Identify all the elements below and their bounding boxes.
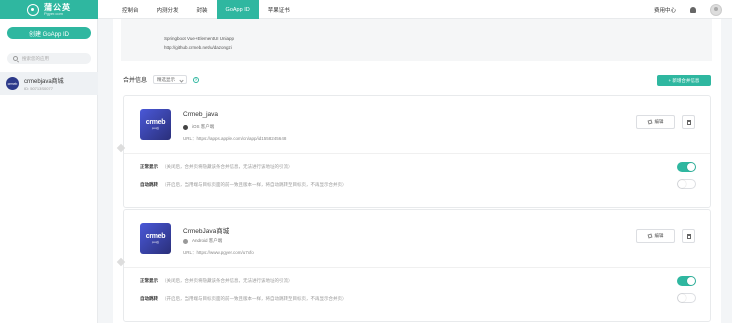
auto-jump-toggle[interactable] — [677, 179, 696, 189]
bell-icon[interactable] — [690, 6, 696, 13]
edit-icon — [647, 233, 652, 239]
platform-text: iOS 客户端 — [192, 124, 215, 129]
toggle-knob — [687, 277, 695, 285]
card-url[interactable]: URL：https://apps.apple.com/cn/app/id1558… — [183, 136, 286, 142]
app-name: crmebjava商城 — [24, 79, 64, 85]
app-search-input[interactable]: 搜索您的应用 — [7, 53, 91, 64]
app-id: ID: 50713S0077 — [24, 86, 53, 91]
page-scrollbar[interactable] — [723, 19, 732, 323]
delete-button[interactable] — [682, 115, 695, 129]
row-key: 正常显示 — [140, 164, 158, 169]
normal-display-toggle[interactable] — [677, 276, 696, 286]
create-goapp-button[interactable]: 创建 GoApp ID — [7, 27, 91, 39]
nav-beta-distribution[interactable]: 内测分发 — [148, 0, 188, 19]
thumb-sub: java版 — [151, 127, 160, 130]
nav-apple-cert[interactable]: 苹果证书 — [259, 0, 299, 19]
app-thumbnail: crmeb java版 — [140, 109, 171, 140]
edit-label: 编辑 — [654, 119, 664, 124]
row-key: 自动跳转 — [140, 296, 158, 301]
apple-icon — [183, 124, 188, 130]
nav-package[interactable]: 封装 — [188, 0, 217, 19]
toggle-knob — [678, 294, 686, 302]
platform-text: Android 客户端 — [192, 238, 223, 243]
platform-label: Android 客户端 — [183, 238, 222, 244]
thumb-word: crmeb — [145, 233, 166, 240]
search-placeholder: 搜索您的应用 — [22, 55, 49, 61]
toggle-knob — [678, 180, 686, 188]
logo-icon — [27, 3, 39, 16]
top-bar: 蒲公英 Pgyer.com 控制台 内测分发 封装 GoApp ID 苹果证书 … — [0, 0, 732, 19]
app-avatar: crmeb — [6, 77, 19, 90]
edit-icon — [647, 119, 652, 125]
user-avatar[interactable] — [710, 3, 722, 16]
auto-jump-row: 自动跳转 （开启后，当用端与目标页面的前一致且版本一样，将自动跳转至目标页，不再显… — [140, 182, 347, 188]
delete-button[interactable] — [682, 229, 695, 243]
sidebar-app-item[interactable]: crmeb crmebjava商城 ID: 50713S0077 — [0, 72, 98, 95]
toggle-knob — [687, 163, 695, 171]
search-icon — [13, 56, 18, 61]
android-icon — [183, 238, 188, 244]
thumb-sub: java版 — [151, 241, 160, 244]
normal-display-row: 正常显示 （关闭后，合并页将隐藏该条合并信息，无法进行该地址的引流） — [140, 278, 293, 284]
edit-button[interactable]: 编辑 — [636, 229, 675, 243]
auto-jump-row: 自动跳转 （开启后，当用端与目标页面的前一致且版本一样，将自动跳转至目标页，不再显… — [140, 296, 347, 302]
auto-jump-toggle[interactable] — [677, 293, 696, 303]
row-desc: （关闭后，合并页将隐藏该条合并信息，无法进行该地址的引流） — [162, 278, 293, 283]
fee-center-link[interactable]: 费用中心 — [654, 6, 676, 14]
row-desc: （开启后，当用端与目标页面的前一致且版本一样，将自动跳转至目标页，不再显示合并页… — [162, 296, 347, 301]
brand-sub: Pgyer.com — [44, 10, 63, 16]
logo[interactable]: 蒲公英 Pgyer.com — [0, 0, 98, 19]
drag-handle-icon[interactable] — [116, 143, 126, 153]
app-info-box: Springboot Vue+ElementUI Uniapp http://g… — [121, 19, 712, 61]
sidebar: 创建 GoApp ID 搜索您的应用 crmeb crmebjava商城 ID:… — [0, 19, 98, 323]
normal-display-toggle[interactable] — [677, 162, 696, 172]
normal-display-row: 正常显示 （关闭后，合并页将隐藏该条合并信息，无法进行该地址的引流） — [140, 164, 293, 170]
card-app-name: Crmeb_java — [183, 111, 219, 118]
edit-label: 编辑 — [654, 233, 664, 238]
card-url[interactable]: URL：https://www.pgyer.com/u7xfo — [183, 250, 254, 256]
info-line-2: http://github.crmeb.net/u/dazongzi — [164, 45, 232, 50]
nav-console[interactable]: 控制台 — [113, 0, 148, 19]
add-merge-button[interactable]: + 新增合并信息 — [657, 75, 711, 86]
divider — [124, 267, 710, 268]
drag-handle-icon[interactable] — [116, 257, 126, 267]
card-app-name: CrmebJava商城 — [183, 228, 230, 235]
info-line-1: Springboot Vue+ElementUI Uniapp — [164, 36, 235, 41]
main-nav: 控制台 内测分发 封装 GoApp ID 苹果证书 — [113, 0, 299, 19]
app-thumbnail: crmeb java版 — [140, 223, 171, 254]
section-title: 合并信息 — [123, 78, 148, 84]
main-content: Springboot Vue+ElementUI Uniapp http://g… — [113, 19, 721, 323]
row-desc: （关闭后，合并页将隐藏该条合并信息，无法进行该地址的引流） — [162, 164, 293, 169]
row-key: 正常显示 — [140, 278, 158, 283]
help-icon[interactable]: ? — [193, 76, 200, 83]
display-mode-select[interactable]: 精选显示 — [153, 75, 188, 84]
thumb-word: crmeb — [145, 119, 166, 126]
platform-label: iOS 客户端 — [183, 124, 214, 130]
merge-card: crmeb java版 Crmeb_java iOS 客户端 URL：https… — [116, 95, 711, 208]
nav-goapp-id[interactable]: GoApp ID — [216, 0, 259, 19]
merge-card: crmeb java版 CrmebJava商城 Android 客户端 URL：… — [116, 209, 711, 322]
trash-icon — [686, 119, 691, 125]
edit-button[interactable]: 编辑 — [636, 115, 675, 129]
divider — [124, 153, 710, 154]
trash-icon — [686, 233, 691, 239]
row-key: 自动跳转 — [140, 182, 158, 187]
row-desc: （开启后，当用端与目标页面的前一致且版本一样，将自动跳转至目标页，不再显示合并页… — [162, 182, 347, 187]
